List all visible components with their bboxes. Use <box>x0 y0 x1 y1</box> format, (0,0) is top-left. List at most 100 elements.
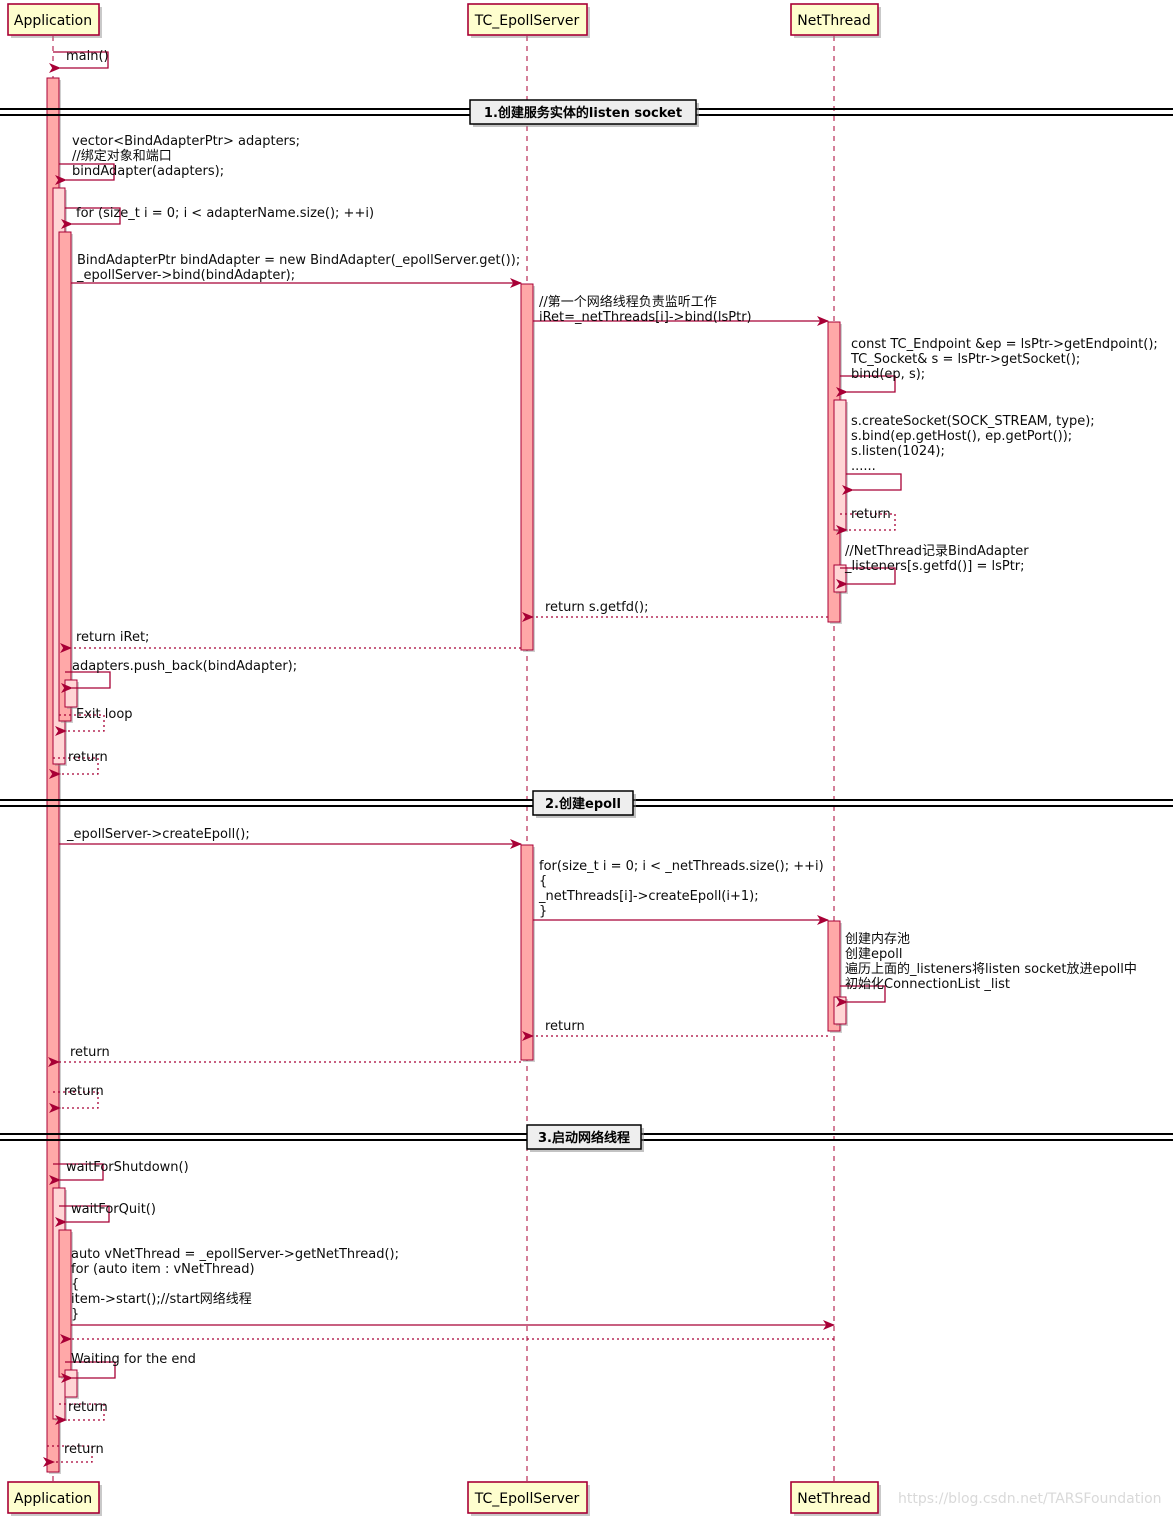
activation-eps-bind <box>520 283 535 652</box>
message-text-line: const TC_Endpoint &ep = lsPtr->getEndpoi… <box>851 337 1158 352</box>
activation-app-pushback <box>64 679 79 709</box>
message-text-line: _netThreads[i]->createEpoll(i+1); <box>538 889 759 904</box>
participant-net[interactable]: NetThread <box>790 3 881 38</box>
message-net-self-pool: 创建内存池创建epoll遍历上面的_listeners将listen socke… <box>836 931 1137 1007</box>
message-text-line: 创建内存池 <box>845 931 910 947</box>
message-text-line: adapters.push_back(bindAdapter); <box>72 659 297 674</box>
message-netCreateEpoll: for(size_t i = 0; i < _netThreads.size()… <box>533 859 829 925</box>
message-text-line: bindAdapter(adapters); <box>72 164 224 179</box>
message-text-line: s.createSocket(SOCK_STREAM, type); <box>851 414 1095 429</box>
message-waitForQuit: waitForQuit() <box>55 1202 156 1227</box>
message-text-line: vector<BindAdapterPtr> adapters; <box>72 134 300 149</box>
activation-bar <box>58 1229 72 1378</box>
message-waiting-end: Waiting for the end <box>61 1352 196 1383</box>
activation-bar <box>520 283 534 651</box>
sequence-diagram-svg: main()vector<BindAdapterPtr> adapters;//… <box>0 3 1173 1516</box>
watermark-layer: https://blog.csdn.net/TARSFoundation <box>898 1491 1162 1507</box>
participant-app[interactable]: Application <box>7 3 102 38</box>
activation-bar <box>58 231 72 722</box>
message-text-line: for (auto item : vNetThread) <box>71 1262 255 1277</box>
message-text-line: waitForShutdown() <box>66 1160 189 1175</box>
message-createEpoll: _epollServer->createEpoll(); <box>59 827 522 849</box>
message-text-line: for(size_t i = 0; i < _netThreads.size()… <box>539 859 824 874</box>
message-bind-to-eps: BindAdapterPtr bindAdapter = new BindAda… <box>71 253 522 288</box>
participant-label: TC_EpollServer <box>474 1491 580 1507</box>
message-text-line: return s.getfd(); <box>545 600 649 615</box>
message-text-line: return <box>68 750 108 765</box>
activation-net-ce-inner <box>833 996 848 1026</box>
message-net-self-socket: s.createSocket(SOCK_STREAM, type);s.bind… <box>842 414 1095 495</box>
message-bindAdapter: vector<BindAdapterPtr> adapters;//绑定对象和端… <box>55 134 300 185</box>
activation-bar <box>64 679 78 708</box>
activation-app-waiting <box>64 1369 79 1399</box>
message-net-self-bind: const TC_Endpoint &ep = lsPtr->getEndpoi… <box>836 337 1158 397</box>
message-waitForShutdown: waitForShutdown() <box>49 1160 189 1185</box>
divider-label: 2.创建epoll <box>545 796 621 812</box>
message-ret-eps-ce: return <box>48 1045 521 1067</box>
message-text-line: main() <box>66 49 109 64</box>
self-message-arrow <box>842 473 902 495</box>
message-text-line: iRet=_netThreads[i]->bind(lsPtr) <box>539 310 752 325</box>
message-ret-net-ce: return <box>522 1019 828 1041</box>
divider-2: 2.创建epoll <box>0 790 1173 818</box>
message-text-line: { <box>539 874 547 889</box>
activation-app-forloop <box>58 231 73 723</box>
message-text-line: ...... <box>851 459 876 474</box>
message-text-line: return <box>64 1084 104 1099</box>
message-main: main() <box>49 49 109 73</box>
message-text-line: bind(ep, s); <box>851 367 925 382</box>
message-text-line: { <box>71 1277 79 1292</box>
message-text-line: //绑定对象和端口 <box>72 149 172 164</box>
participant-app[interactable]: Application <box>7 1481 102 1516</box>
participant-label: TC_EpollServer <box>474 13 580 29</box>
participant-net[interactable]: NetThread <box>790 1481 881 1516</box>
sequence-diagram-canvas: main() vector<BindAdapterPtr> adapters;//… <box>0 0 1173 1522</box>
activation-bar <box>520 844 534 1061</box>
participants-layer: Application Application TC_EpollServer TC_E… <box>7 3 881 1516</box>
message-text-line: _epollServer->bind(bindAdapter); <box>76 268 295 283</box>
divider-1: 1.创建服务实体的listen socket <box>0 99 1173 127</box>
activation-bar <box>833 399 847 531</box>
divider-label: 3.启动网络线程 <box>538 1130 630 1146</box>
participant-label: Application <box>14 13 92 29</box>
message-text-line: waitForQuit() <box>71 1202 156 1217</box>
participant-label: NetThread <box>797 1491 871 1507</box>
message-start-netthread: auto vNetThread = _epollServer->getNetTh… <box>71 1247 835 1330</box>
message-text-line: _epollServer->createEpoll(); <box>66 827 250 842</box>
message-text-line: } <box>539 904 547 919</box>
message-text-line: s.bind(ep.getHost(), ep.getPort()); <box>851 429 1072 444</box>
message-text-line: _listeners[s.getfd()] = lsPtr; <box>844 559 1025 574</box>
message-text-line: 遍历上面的_listeners将listen socket放进epoll中 <box>845 961 1137 977</box>
message-net-self-listen: //NetThread记录BindAdapter_listeners[s.get… <box>836 544 1029 589</box>
activation-net-bindeps <box>833 399 848 532</box>
message-push-back: adapters.push_back(bindAdapter); <box>61 659 297 693</box>
message-text-line: s.listen(1024); <box>851 444 945 459</box>
activation-bar <box>64 1369 78 1398</box>
message-text-line: } <box>71 1307 79 1322</box>
message-text-line: 初始化ConnectionList _list <box>845 977 1010 992</box>
message-text-line: 创建epoll <box>845 947 902 962</box>
participant-eps[interactable]: TC_EpollServer <box>467 1481 590 1516</box>
message-text-line: TC_Socket& s = lsPtr->getSocket(); <box>850 352 1080 367</box>
divider-label: 1.创建服务实体的listen socket <box>484 105 682 121</box>
message-text-line: Exit loop <box>76 707 133 722</box>
watermark-text: https://blog.csdn.net/TARSFoundation <box>898 1491 1162 1507</box>
message-netbind-to-net: //第一个网络线程负责监听工作iRet=_netThreads[i]->bind… <box>533 294 829 326</box>
activation-bar <box>833 996 847 1025</box>
participant-label: NetThread <box>797 13 871 29</box>
message-ret-iRet: return iRet; <box>60 630 521 653</box>
message-text-line: item->start();//start网络线程 <box>71 1291 252 1307</box>
message-text-line: BindAdapterPtr bindAdapter = new BindAda… <box>77 253 520 268</box>
message-text-line: return <box>545 1019 585 1034</box>
messages-layer: main()vector<BindAdapterPtr> adapters;//… <box>43 49 1158 1467</box>
message-net-ret-inner: return <box>836 507 896 535</box>
message-forloop: for (size_t i = 0; i < adapterName.size(… <box>61 206 374 229</box>
participant-eps[interactable]: TC_EpollServer <box>467 3 590 38</box>
message-text-line: return <box>64 1442 104 1457</box>
message-text-line: Waiting for the end <box>71 1352 196 1367</box>
message-text-line: auto vNetThread = _epollServer->getNetTh… <box>71 1247 399 1262</box>
message-text-line: for (size_t i = 0; i < adapterName.size(… <box>76 206 374 221</box>
message-text-line: return <box>68 1400 108 1415</box>
divider-3: 3.启动网络线程 <box>0 1124 1173 1152</box>
activation-eps-createEpoll <box>520 844 535 1062</box>
